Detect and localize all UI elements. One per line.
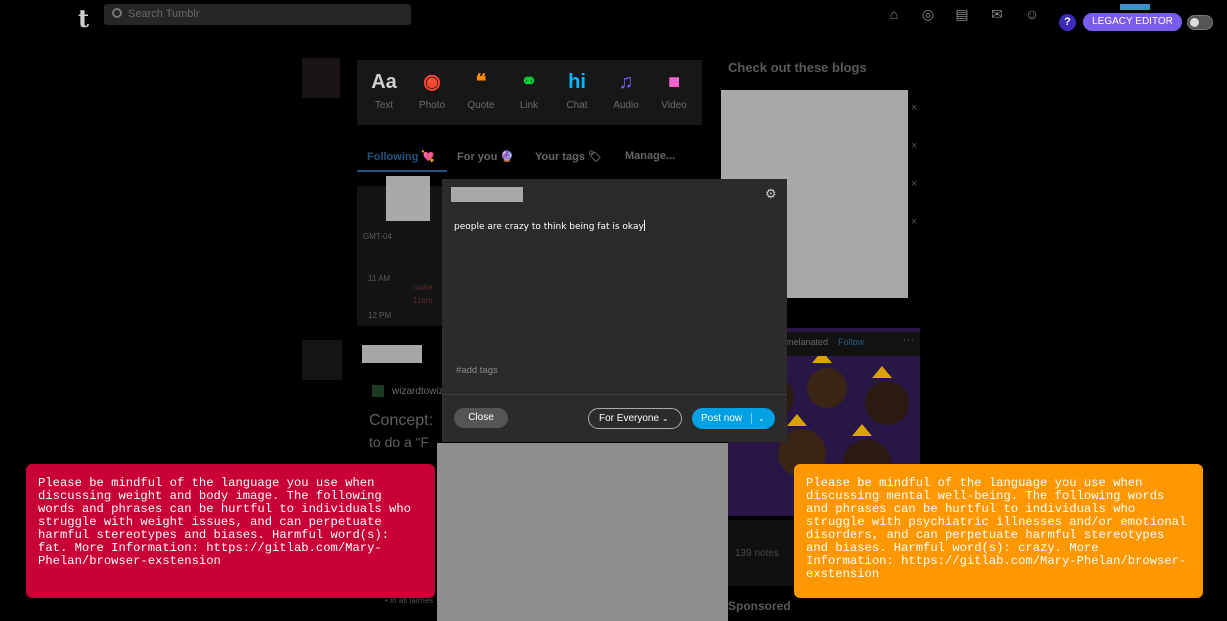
post-type-label: Video — [661, 100, 687, 111]
redacted-area — [437, 443, 728, 621]
close-icon[interactable]: × — [911, 216, 917, 228]
author-avatar-icon — [372, 385, 384, 397]
close-icon[interactable]: × — [911, 178, 917, 190]
post-type-video[interactable]: ■ Video — [651, 68, 697, 111]
more-options-icon[interactable]: ··· — [903, 334, 914, 346]
post-body-title: Concept: — [369, 412, 434, 429]
post-now-label: Post now — [701, 413, 743, 424]
gear-icon[interactable]: ⚙ — [765, 187, 778, 200]
post-type-label: Audio — [613, 100, 639, 111]
follow-link[interactable]: Follow — [838, 337, 864, 347]
post-type-audio[interactable]: ♫ Audio — [603, 68, 649, 111]
search-icon — [112, 8, 122, 18]
audience-label: For Everyone — [599, 413, 660, 424]
active-tab-indicator — [357, 170, 447, 172]
calendar-timezone: GMT-04 — [363, 232, 392, 241]
tab-your-tags[interactable]: Your tags 🏷 — [535, 150, 602, 163]
redacted-blog-selector[interactable] — [451, 187, 523, 202]
search-input[interactable]: Search Tumblr — [104, 4, 411, 25]
blog-name[interactable]: melanated — [786, 337, 828, 347]
tags-input[interactable]: #add tags — [456, 365, 498, 376]
explore-icon[interactable]: ◎ — [920, 6, 936, 22]
chevron-down-icon: ⌄ — [661, 414, 669, 423]
search-placeholder: Search Tumblr — [128, 8, 200, 20]
post-now-button[interactable]: Post now ⌄ — [692, 408, 775, 429]
weight-language-warning: Please be mindful of the language you us… — [26, 464, 435, 598]
calendar-time: 12 PM — [368, 311, 392, 320]
audience-dropdown[interactable]: For Everyone ⌄ — [588, 408, 682, 429]
tumblr-logo[interactable]: t — [78, 4, 89, 33]
post-type-photo[interactable]: ◉ Photo — [409, 68, 455, 111]
text-icon: Aa — [371, 71, 397, 93]
legacy-editor-button[interactable]: LEGACY EDITOR — [1083, 13, 1182, 31]
legacy-editor-toggle[interactable] — [1187, 15, 1213, 30]
divider — [442, 394, 787, 395]
chat-icon[interactable]: ☺ — [1024, 6, 1040, 22]
post-type-link[interactable]: ⚭ Link — [506, 68, 552, 111]
compose-button[interactable] — [1120, 4, 1150, 10]
recommended-blogs-title: Check out these blogs — [728, 60, 867, 75]
post-type-label: Chat — [566, 100, 588, 111]
headphones-icon: ♫ — [618, 71, 634, 93]
shop-icon[interactable]: ▤ — [954, 6, 970, 22]
close-button[interactable]: Close — [454, 408, 508, 428]
close-icon[interactable]: × — [911, 140, 917, 152]
link-icon: ⚭ — [520, 71, 538, 93]
post-composer-modal: ⚙ people are crazy to think being fat is… — [442, 179, 787, 442]
chevron-down-icon[interactable]: ⌄ — [758, 408, 765, 429]
chat-bubble-icon: hi — [568, 71, 586, 93]
tab-for-you[interactable]: For you 🔮 — [457, 150, 514, 163]
post-type-bar: Aa Text ◉ Photo ❝ Quote ⚭ Link hi Chat ♫ Audio… — [357, 60, 702, 125]
text-caret — [643, 220, 645, 231]
avatar[interactable] — [302, 340, 342, 380]
feed-tabs: Following 💘 For you 🔮 Your tags 🏷 Manage… — [357, 144, 702, 172]
post-text: people are crazy to think being fat is o… — [454, 222, 644, 232]
close-icon[interactable]: × — [911, 102, 917, 114]
home-icon[interactable]: ⌂ — [886, 6, 902, 22]
tab-manage[interactable]: Manage... — [625, 150, 675, 162]
redacted-image — [386, 176, 430, 221]
post-type-label: Link — [519, 100, 539, 111]
notes-count[interactable]: 139 notes — [735, 548, 779, 559]
quote-icon: ❝ — [475, 71, 487, 93]
help-button[interactable]: ? — [1059, 14, 1076, 31]
post-type-label: Text — [374, 100, 394, 111]
mental-health-language-warning: Please be mindful of the language you us… — [794, 464, 1203, 598]
post-text-editor[interactable]: people are crazy to think being fat is o… — [454, 220, 645, 232]
post-type-quote[interactable]: ❝ Quote — [458, 68, 504, 111]
post-author[interactable]: wizardtowiz — [392, 386, 444, 397]
sponsored-heading: Sponsored — [728, 599, 791, 613]
post-type-label: Quote — [467, 100, 495, 111]
calendar-time: 11 AM — [368, 274, 391, 283]
divider — [751, 413, 752, 424]
post-type-text[interactable]: Aa Text — [361, 68, 407, 111]
tab-following[interactable]: Following 💘 — [367, 150, 435, 163]
calendar-event: make — [413, 283, 433, 292]
post-type-chat[interactable]: hi Chat — [554, 68, 600, 111]
video-camera-icon: ■ — [667, 71, 681, 93]
mail-icon[interactable]: ✉ — [989, 6, 1005, 22]
redacted-username — [362, 345, 422, 363]
camera-icon: ◉ — [423, 71, 441, 93]
post-type-label: Photo — [418, 100, 446, 111]
post-body-line: to do a “F — [369, 434, 429, 450]
avatar[interactable] — [302, 58, 340, 98]
calendar-event-time: 11am — [413, 296, 433, 305]
